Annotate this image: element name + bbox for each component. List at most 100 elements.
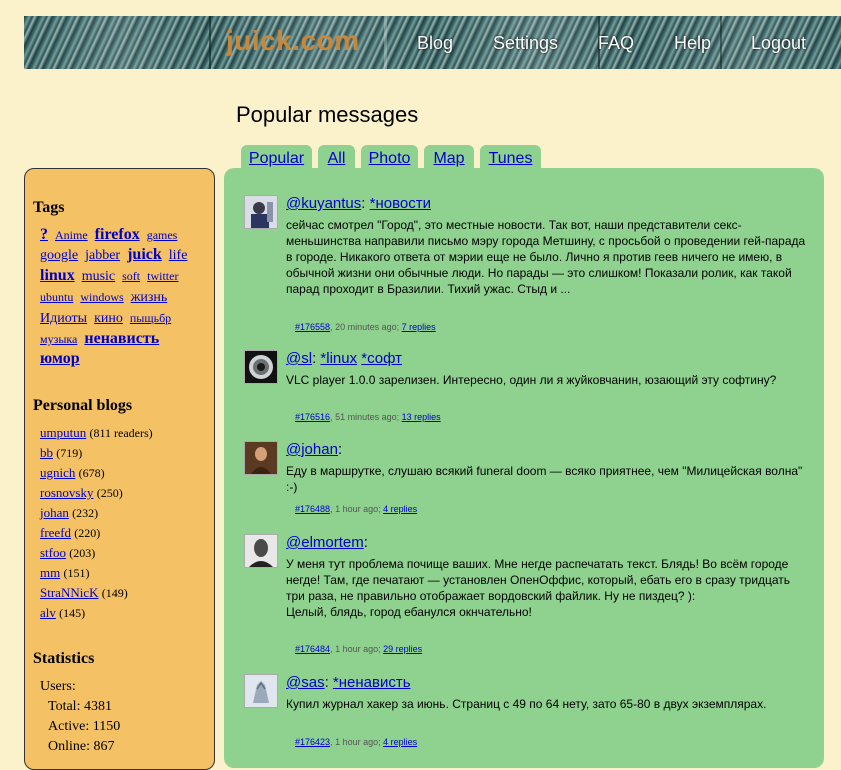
tag-link[interactable]: ? (40, 226, 48, 243)
header-separator: : (337, 441, 343, 458)
user-avatar[interactable] (244, 350, 278, 384)
blog-reader-count: (149) (101, 586, 128, 600)
nav-settings[interactable]: Settings (493, 33, 558, 54)
tag-link[interactable]: music (82, 269, 115, 284)
tag-link[interactable]: Идиоты (40, 311, 87, 326)
message-id-link[interactable]: #176423 (295, 737, 330, 747)
tag-link[interactable]: juick (127, 246, 162, 263)
tag-link[interactable]: юмор (40, 350, 80, 367)
message-tag[interactable]: *софт (361, 350, 402, 367)
message-text: Купил журнал хакер за июнь. Страниц с 49… (286, 697, 767, 711)
message-text-para: Целый, блядь, город ебанулся окнчательно… (286, 605, 532, 619)
tag-link[interactable]: ubuntu (40, 290, 73, 304)
tag-link[interactable]: жизнь (131, 290, 168, 305)
blog-link[interactable]: StraNNicK (40, 585, 99, 600)
blog-reader-count: (203) (69, 546, 96, 560)
message-meta: #176423, 1 hour ago; 4 replies (295, 737, 418, 747)
message-item: @sl: *linux *софт VLC player 1.0.0 зарел… (244, 350, 804, 430)
blog-link[interactable]: rosnovsky (40, 485, 93, 500)
blog-list-item: mm (151) (40, 563, 210, 583)
message-id-link[interactable]: #176484 (295, 644, 330, 654)
blog-link[interactable]: mm (40, 565, 60, 580)
message-item: @elmortem: У меня тут проблема почище ва… (244, 534, 804, 659)
message-tag[interactable]: *linux (320, 350, 357, 367)
user-avatar[interactable] (244, 534, 278, 568)
user-avatar[interactable] (244, 441, 278, 475)
tag-link[interactable]: twitter (147, 269, 178, 283)
message-tag[interactable]: *новости (370, 195, 431, 212)
tab-map[interactable]: Map (424, 145, 474, 170)
replies-link[interactable]: 7 replies (402, 322, 436, 332)
replies-link[interactable]: 29 replies (383, 644, 422, 654)
messages-panel: @kuyantus: *новости сейчас смотрел "Горо… (224, 168, 824, 768)
blog-list-item: freefd (220) (40, 523, 210, 543)
blog-list-item: alv (145) (40, 603, 210, 623)
blog-link[interactable]: bb (40, 445, 53, 460)
tag-link[interactable]: life (169, 248, 188, 263)
message-author[interactable]: @sl (286, 350, 312, 367)
tag-link[interactable]: windows (80, 290, 123, 304)
stats-users-label: Users: (40, 679, 76, 694)
replies-link[interactable]: 13 replies (402, 412, 441, 422)
blog-reader-count: (811 readers) (89, 426, 153, 440)
nav-faq[interactable]: FAQ (598, 33, 634, 54)
message-tag[interactable]: *ненависть (333, 674, 411, 691)
blog-link[interactable]: alv (40, 605, 56, 620)
blog-reader-count: (250) (96, 486, 123, 500)
header-separator: : (361, 195, 366, 212)
blog-reader-count: (145) (59, 606, 86, 620)
user-avatar[interactable] (244, 674, 278, 708)
tag-link[interactable]: ненависть (84, 330, 159, 347)
message-text: Еду в маршрутке, слушаю всякий funeral d… (286, 464, 803, 494)
nav-help[interactable]: Help (674, 33, 711, 54)
tab-all[interactable]: All (318, 145, 355, 170)
page-title: Popular messages (236, 102, 419, 127)
message-item: @sas: *ненависть Купил журнал хакер за и… (244, 674, 804, 764)
tag-link[interactable]: linux (40, 267, 75, 284)
blog-list-item: bb (719) (40, 443, 210, 463)
blog-list-item: stfoo (203) (40, 543, 210, 563)
tag-link[interactable]: кино (94, 311, 123, 326)
site-logo[interactable]: juick.com (226, 25, 360, 57)
message-time: 1 hour ago; (335, 737, 381, 747)
tag-link[interactable]: soft (122, 269, 140, 283)
tag-link[interactable]: пыщьбр (130, 311, 171, 325)
tab-photo[interactable]: Photo (361, 145, 418, 170)
blog-link[interactable]: stfoo (40, 545, 66, 560)
replies-link[interactable]: 4 replies (383, 737, 417, 747)
message-meta: #176488, 1 hour ago; 4 replies (295, 504, 418, 514)
message-author[interactable]: @johan (286, 441, 338, 458)
header-separator: : (324, 674, 329, 691)
tag-link[interactable]: firefox (95, 226, 140, 243)
tab-tunes[interactable]: Tunes (480, 145, 541, 170)
tag-cloud: ? Anime firefox games google jabber juic… (40, 225, 205, 369)
blog-reader-count: (719) (56, 446, 83, 460)
message-author[interactable]: @sas (286, 674, 325, 691)
message-id-link[interactable]: #176516 (295, 412, 330, 422)
tag-link[interactable]: google (40, 248, 78, 263)
blog-list-item: umputun (811 readers) (40, 423, 210, 443)
stats-online: Online: 867 (48, 739, 115, 754)
message-id-link[interactable]: #176488 (295, 504, 330, 514)
tab-popular[interactable]: Popular (241, 145, 312, 170)
message-text-para: У меня тут проблема почище ваших. Мне не… (286, 557, 791, 603)
message-header: @kuyantus: *новости (286, 195, 431, 212)
blog-link[interactable]: umputun (40, 425, 86, 440)
statistics-heading: Statistics (33, 650, 95, 667)
message-author[interactable]: @elmortem (286, 534, 364, 551)
tag-link[interactable]: Anime (55, 228, 88, 242)
tag-link[interactable]: jabber (85, 248, 120, 263)
nav-logout[interactable]: Logout (751, 33, 806, 54)
tag-link[interactable]: музыка (40, 332, 77, 346)
message-time: 51 minutes ago; (335, 412, 400, 422)
user-avatar[interactable] (244, 195, 278, 229)
tag-link[interactable]: games (147, 228, 178, 242)
message-id-link[interactable]: #176558 (295, 322, 330, 332)
message-text: У меня тут проблема почище ваших. Мне не… (286, 556, 806, 620)
message-author[interactable]: @kuyantus (286, 195, 361, 212)
blog-link[interactable]: ugnich (40, 465, 75, 480)
blog-link[interactable]: freefd (40, 525, 71, 540)
blog-link[interactable]: johan (40, 505, 69, 520)
nav-blog[interactable]: Blog (417, 33, 453, 54)
replies-link[interactable]: 4 replies (383, 504, 417, 514)
